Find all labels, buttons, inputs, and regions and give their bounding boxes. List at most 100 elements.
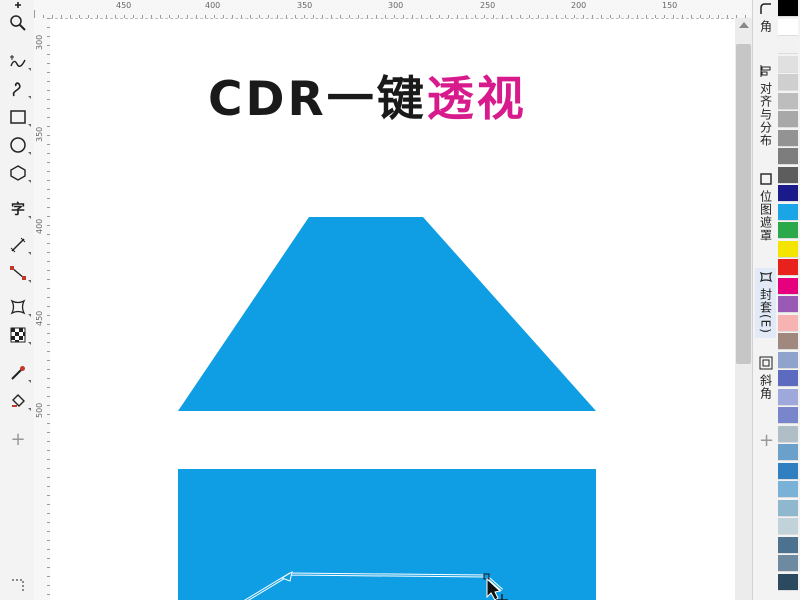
freehand-tool[interactable] bbox=[6, 50, 31, 72]
fill-bucket-icon bbox=[12, 394, 25, 407]
shapes-layer bbox=[178, 217, 596, 600]
color-swatch[interactable] bbox=[778, 185, 798, 202]
color-swatch[interactable] bbox=[778, 222, 798, 239]
scrollbar-thumb[interactable] bbox=[736, 44, 751, 364]
color-swatch[interactable] bbox=[778, 499, 798, 517]
dimension-line-icon bbox=[10, 237, 26, 253]
ruler-label: 300 bbox=[388, 1, 404, 10]
ellipse-icon bbox=[10, 137, 26, 153]
ruler-label: 200 bbox=[571, 1, 587, 10]
ruler-label: 400 bbox=[205, 1, 221, 10]
color-swatch[interactable] bbox=[778, 203, 798, 221]
dock-tab-align[interactable]: 对齐与分布 bbox=[755, 64, 777, 147]
interactive-fill-tool[interactable] bbox=[6, 390, 31, 412]
checker-icon bbox=[10, 327, 26, 343]
color-swatch[interactable] bbox=[778, 518, 798, 535]
color-swatch[interactable] bbox=[778, 333, 798, 350]
color-swatch[interactable] bbox=[778, 388, 798, 406]
add-docker-button[interactable]: + bbox=[759, 430, 774, 451]
scroll-up-arrow[interactable] bbox=[739, 22, 749, 28]
color-swatch[interactable] bbox=[778, 296, 798, 313]
color-swatch[interactable] bbox=[778, 462, 798, 480]
horizontal-ruler[interactable]: 450 400 350 300 250 200 150 bbox=[34, 0, 752, 19]
freehand-icon bbox=[10, 55, 26, 67]
eyedropper-icon bbox=[11, 366, 25, 380]
color-swatch[interactable] bbox=[778, 277, 798, 295]
vertical-ruler[interactable]: 300 350 400 450 500 bbox=[34, 18, 51, 600]
envelope-tool[interactable] bbox=[6, 296, 31, 318]
dock-tab-label: 斜角 bbox=[758, 374, 773, 400]
color-swatch[interactable] bbox=[778, 111, 798, 128]
dock-tab-corner[interactable]: 角 bbox=[755, 2, 777, 33]
color-swatch[interactable] bbox=[778, 37, 798, 54]
magnifier-icon bbox=[10, 15, 26, 31]
ruler-label: 250 bbox=[480, 1, 496, 10]
color-swatch[interactable] bbox=[778, 314, 798, 332]
color-swatch[interactable] bbox=[778, 0, 798, 17]
color-swatch[interactable] bbox=[778, 166, 798, 184]
dock-tab-label: 角 bbox=[758, 20, 773, 33]
color-swatch[interactable] bbox=[778, 92, 798, 110]
dock-tab-label: 封套(E) bbox=[758, 288, 773, 334]
ruler-label: 400 bbox=[35, 218, 44, 234]
dock-tab-bitmap-mask[interactable]: 位图遮罩 bbox=[755, 172, 777, 242]
text-tool[interactable]: 字 bbox=[6, 198, 31, 220]
polygon-tool[interactable] bbox=[6, 162, 31, 184]
rectangle-tool[interactable] bbox=[6, 106, 31, 128]
docker-tabs: 角 对齐与分布 位图遮罩 封套(E) 斜角 bbox=[752, 0, 777, 600]
color-swatch[interactable] bbox=[778, 351, 798, 369]
artistic-media-tool[interactable] bbox=[6, 78, 31, 100]
envelope-icon bbox=[759, 271, 773, 283]
drawing-canvas[interactable]: CDR一键透视 bbox=[50, 18, 735, 600]
envelope-distort-icon bbox=[10, 299, 26, 315]
ruler-label: 450 bbox=[35, 310, 44, 326]
dotted-corner-icon bbox=[12, 579, 24, 592]
color-swatch[interactable] bbox=[778, 407, 798, 424]
color-swatch[interactable] bbox=[778, 536, 798, 554]
parallel-dimension-tool[interactable] bbox=[6, 234, 31, 256]
brush-curve-icon bbox=[12, 82, 21, 97]
eyedropper-tool[interactable] bbox=[6, 362, 31, 384]
dock-tab-bevel[interactable]: 斜角 bbox=[755, 356, 777, 400]
ruler-label: 450 bbox=[116, 1, 132, 10]
coreldraw-window: 字 + 450 400 350 300 250 200 150 300 350 … bbox=[0, 0, 800, 600]
color-swatch[interactable] bbox=[778, 74, 798, 91]
bitmap-mask-icon bbox=[760, 173, 772, 185]
add-tool-button[interactable]: + bbox=[6, 428, 30, 450]
blue-rectangle[interactable] bbox=[178, 469, 596, 600]
bevel-icon bbox=[759, 356, 773, 370]
connector-icon bbox=[10, 266, 26, 280]
ruler-label: 350 bbox=[35, 126, 44, 142]
dock-tab-envelope[interactable]: 封套(E) bbox=[755, 268, 777, 338]
connector-tool[interactable] bbox=[6, 262, 31, 284]
rectangle-icon bbox=[10, 110, 26, 124]
text-tool-icon: 字 bbox=[11, 202, 25, 218]
zoom-tool[interactable] bbox=[6, 12, 30, 34]
color-swatch[interactable] bbox=[778, 444, 798, 461]
color-swatch[interactable] bbox=[778, 148, 798, 165]
color-swatch[interactable] bbox=[778, 573, 798, 591]
color-swatch[interactable] bbox=[778, 55, 798, 73]
color-swatch[interactable] bbox=[778, 370, 798, 387]
color-swatch[interactable] bbox=[778, 425, 798, 443]
color-swatch[interactable] bbox=[778, 129, 798, 147]
toolbox: 字 + bbox=[0, 0, 35, 600]
plus-icon: + bbox=[10, 428, 26, 450]
align-icon bbox=[760, 65, 771, 77]
dock-tab-label: 对齐与分布 bbox=[758, 82, 773, 147]
ruler-label: 350 bbox=[297, 1, 313, 10]
corner-icon bbox=[760, 3, 771, 14]
color-swatch[interactable] bbox=[778, 259, 798, 276]
color-swatch[interactable] bbox=[778, 240, 798, 258]
ruler-label: 500 bbox=[35, 402, 44, 418]
color-swatch[interactable] bbox=[778, 18, 798, 36]
polygon-icon bbox=[10, 165, 26, 181]
color-swatch[interactable] bbox=[778, 555, 798, 572]
ruler-label: 150 bbox=[662, 1, 678, 10]
color-swatch[interactable] bbox=[778, 481, 798, 498]
perspective-trapezoid[interactable] bbox=[178, 217, 596, 411]
ellipse-tool[interactable] bbox=[6, 134, 31, 156]
color-palette bbox=[776, 0, 800, 600]
transparency-tool[interactable] bbox=[6, 324, 31, 346]
more-tools[interactable] bbox=[6, 574, 30, 596]
